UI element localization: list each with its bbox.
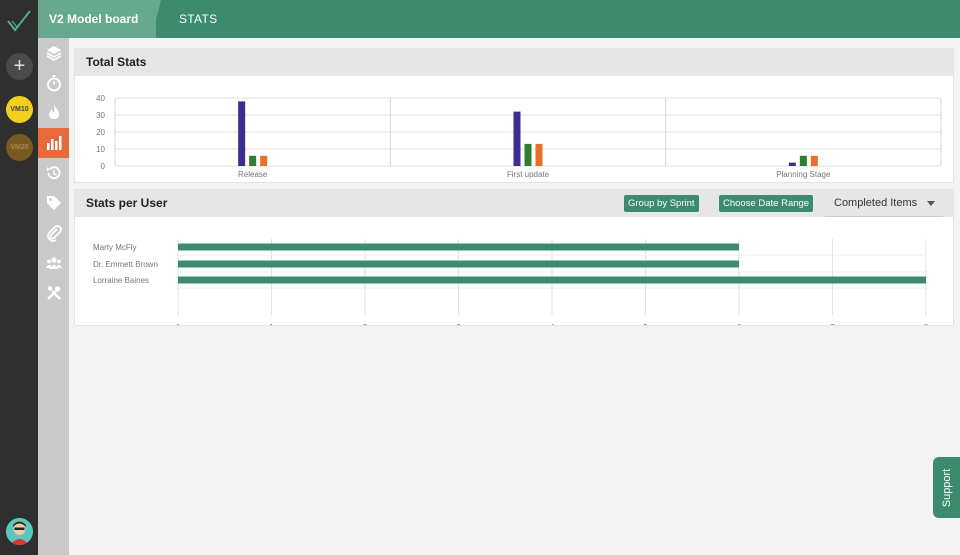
- top-header: V2 Model board STATS: [38, 0, 960, 38]
- y-tick-label: 0: [101, 162, 106, 171]
- x-tick-label: 3: [456, 323, 461, 325]
- support-label: Support: [940, 468, 953, 507]
- x-tick-label: 5: [643, 323, 648, 325]
- y-tick-label: Lorraine Baines: [93, 276, 149, 285]
- x-tick-label: 7: [830, 323, 835, 325]
- board-name[interactable]: V2 Model board: [38, 0, 156, 38]
- y-tick-label: 40: [96, 94, 105, 103]
- sidebar-item-backlog[interactable]: [38, 38, 69, 68]
- feature-sidebar: [38, 38, 69, 555]
- users-icon: [45, 257, 62, 269]
- bar: [178, 260, 739, 268]
- metric-dropdown[interactable]: Completed Items: [825, 190, 943, 217]
- bar: [260, 155, 268, 166]
- total-stats-panel: Total Stats 0 10 20 30 40 Release First update…: [74, 48, 954, 183]
- bar: [524, 143, 532, 166]
- checkmark-logo-icon[interactable]: [6, 8, 32, 34]
- sidebar-item-stats[interactable]: [38, 128, 69, 158]
- app-rail: + VM10 VM20: [0, 0, 38, 555]
- bar: [178, 243, 739, 251]
- x-tick-label: 2: [363, 323, 368, 325]
- sidebar-item-settings[interactable]: [38, 278, 69, 308]
- sidebar-item-tags[interactable]: [38, 188, 69, 218]
- bar: [178, 276, 926, 284]
- sidebar-item-attachments[interactable]: [38, 218, 69, 248]
- support-button[interactable]: Support: [933, 457, 960, 518]
- group-by-sprint-button[interactable]: Group by Sprint: [624, 195, 699, 212]
- fire-icon: [48, 105, 59, 119]
- metric-dropdown-value: Completed Items: [834, 197, 918, 209]
- chevron-down-icon: [927, 201, 935, 206]
- bar: [799, 155, 807, 166]
- y-tick-label: 10: [96, 145, 105, 154]
- tools-icon: [46, 286, 61, 300]
- total-stats-chart: 0 10 20 30 40 Release First update Planning Sta…: [96, 94, 942, 179]
- sidebar-item-burndown[interactable]: [38, 98, 69, 128]
- bar: [810, 155, 818, 166]
- choose-date-range-button[interactable]: Choose Date Range: [719, 195, 814, 212]
- x-tick-label: 4: [550, 323, 555, 325]
- stopwatch-icon: [46, 75, 61, 92]
- workspace-avatar-vm20[interactable]: VM20: [6, 134, 33, 161]
- layers-icon: [46, 46, 61, 61]
- x-tick-label: 0: [176, 323, 181, 325]
- history-icon: [46, 166, 60, 180]
- bar: [238, 101, 246, 166]
- bar: [513, 111, 521, 166]
- bar: [249, 155, 257, 166]
- x-tick-label: Release: [238, 170, 268, 179]
- total-stats-title: Total Stats: [75, 49, 953, 76]
- stats-per-user-header: Stats per User Group by Sprint Choose Da…: [75, 190, 953, 217]
- workspace-avatar-vm10[interactable]: VM10: [6, 96, 33, 123]
- y-tick-label: 20: [96, 128, 105, 137]
- section-title: STATS: [179, 12, 218, 26]
- sidebar-item-team[interactable]: [38, 248, 69, 278]
- bar-chart-icon: [46, 136, 61, 150]
- tag-icon: [46, 196, 61, 210]
- sidebar-item-sprint[interactable]: [38, 68, 69, 98]
- y-tick-label: 30: [96, 111, 105, 120]
- add-workspace-button[interactable]: +: [6, 53, 33, 80]
- bar: [535, 143, 543, 166]
- stats-per-user-chart: 0 1 2 3 4 5 6 7 8 Marty McFly Dr. Emmett Brown Lorr…: [93, 239, 929, 332]
- bar: [788, 162, 796, 166]
- y-tick-label: Marty McFly: [93, 243, 137, 252]
- x-tick-label: First update: [507, 170, 550, 179]
- x-tick-label: 8: [924, 323, 929, 325]
- user-avatar[interactable]: [6, 518, 33, 545]
- user-avatar-icon: [6, 518, 33, 545]
- x-tick-label: 6: [737, 323, 742, 325]
- stats-per-user-panel: Stats per User Group by Sprint Choose Da…: [74, 189, 954, 332]
- x-tick-label: Planning Stage: [776, 170, 831, 179]
- x-tick-label: 1: [269, 323, 274, 325]
- sidebar-item-history[interactable]: [38, 158, 69, 188]
- stats-per-user-title: Stats per User: [86, 196, 168, 210]
- y-tick-label: Dr. Emmett Brown: [93, 260, 158, 269]
- paperclip-icon: [46, 225, 62, 242]
